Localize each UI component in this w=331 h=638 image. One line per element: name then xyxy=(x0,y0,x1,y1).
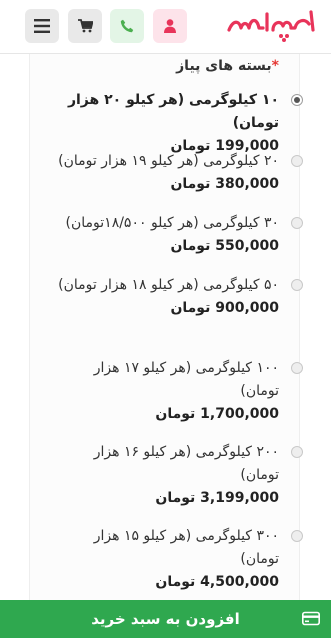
option-item-10kg[interactable]: ۱۰ کیلوگرمی (هر کیلو ۲۰ هزار تومان) 199,… xyxy=(54,89,303,157)
option-price: 1,700,000 تومان xyxy=(155,406,279,422)
option-price: 4,500,000 تومان xyxy=(155,574,279,590)
options-title-text: بسته های پیاز xyxy=(176,58,272,74)
option-label: ۳۰۰ کیلوگرمی (هر کیلو ۱۵ هزار تومان) xyxy=(93,528,279,567)
option-label: ۱۰۰ کیلوگرمی (هر کیلو ۱۷ هزار تومان) xyxy=(93,360,279,399)
radio-button[interactable] xyxy=(291,362,303,374)
option-label: ۳۰ کیلوگرمی (هر کیلو ۱۸/۵۰۰تومان) xyxy=(65,215,279,231)
option-label: ۵۰ کیلوگرمی (هر کیلو ۱۸ هزار تومان) xyxy=(58,277,279,293)
option-item-50kg[interactable]: ۵۰ کیلوگرمی (هر کیلو ۱۸ هزار تومان) 900,… xyxy=(54,274,303,319)
option-item-100kg[interactable]: ۱۰۰ کیلوگرمی (هر کیلو ۱۷ هزار تومان) 1,7… xyxy=(54,357,303,425)
radio-button[interactable] xyxy=(291,94,303,106)
add-to-cart-button[interactable]: افزودن به سبد خرید xyxy=(0,600,331,638)
option-price: 900,000 تومان xyxy=(170,300,279,316)
option-item-200kg[interactable]: ۲۰۰ کیلوگرمی (هر کیلو ۱۶ هزار تومان) 3,1… xyxy=(54,441,303,509)
menu-button[interactable] xyxy=(25,9,59,43)
logo-wordmark xyxy=(227,10,315,42)
radio-button[interactable] xyxy=(291,446,303,458)
user-icon xyxy=(164,19,176,33)
product-options-area: *بسته های پیاز ۱۰ کیلوگرمی (هر کیلو ۲۰ ه… xyxy=(0,54,331,600)
account-button[interactable] xyxy=(153,9,187,43)
cart-icon xyxy=(77,19,93,33)
option-item-20kg[interactable]: ۲۰ کیلوگرمی (هر کیلو ۱۹ هزار تومان) 380,… xyxy=(54,150,303,195)
radio-button[interactable] xyxy=(291,217,303,229)
cart-button[interactable] xyxy=(68,9,102,43)
radio-button[interactable] xyxy=(291,530,303,542)
option-label: ۲۰ کیلوگرمی (هر کیلو ۱۹ هزار تومان) xyxy=(58,153,279,169)
menu-icon xyxy=(34,19,50,33)
options-title: *بسته های پیاز xyxy=(176,58,279,74)
option-label: ۲۰۰ کیلوگرمی (هر کیلو ۱۶ هزار تومان) xyxy=(93,444,279,483)
option-price: 380,000 تومان xyxy=(170,176,279,192)
option-label: ۱۰ کیلوگرمی (هر کیلو ۲۰ هزار تومان) xyxy=(67,92,279,131)
option-price: 550,000 تومان xyxy=(170,238,279,254)
radio-button[interactable] xyxy=(291,155,303,167)
site-logo[interactable] xyxy=(221,2,321,46)
radio-button[interactable] xyxy=(291,279,303,291)
wallet-icon xyxy=(302,611,320,626)
option-item-300kg[interactable]: ۳۰۰ کیلوگرمی (هر کیلو ۱۵ هزار تومان) 4,5… xyxy=(54,525,303,593)
app-header xyxy=(0,0,331,54)
call-button[interactable] xyxy=(110,9,144,43)
phone-icon xyxy=(120,19,134,33)
required-mark: * xyxy=(271,58,279,74)
add-to-cart-label: افزودن به سبد خرید xyxy=(91,610,240,628)
option-item-30kg[interactable]: ۳۰ کیلوگرمی (هر کیلو ۱۸/۵۰۰تومان) 550,00… xyxy=(54,212,303,257)
option-price: 3,199,000 تومان xyxy=(155,490,279,506)
